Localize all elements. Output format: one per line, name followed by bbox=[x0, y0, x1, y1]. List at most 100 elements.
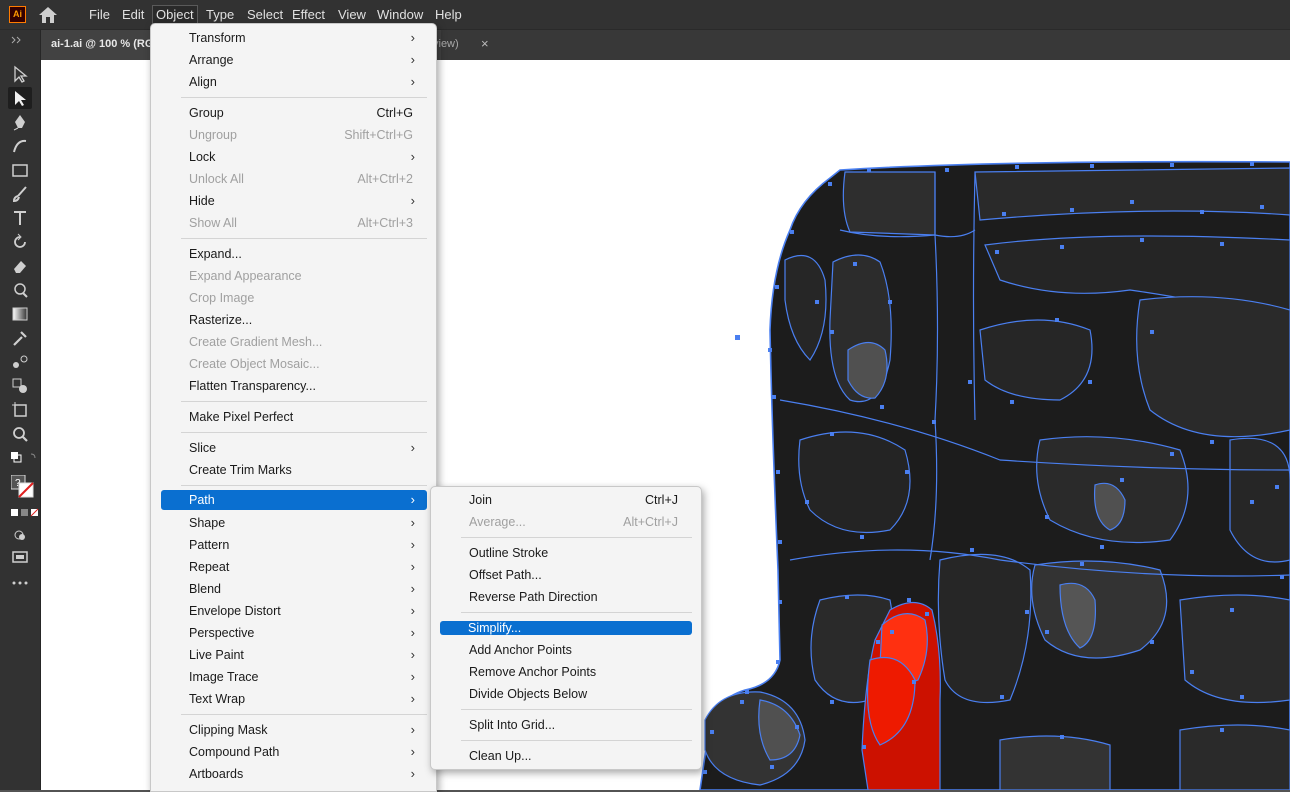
eraser-tool-icon[interactable] bbox=[8, 255, 32, 277]
menu-item-slice[interactable]: Slice › bbox=[161, 437, 427, 459]
menu-separator bbox=[461, 709, 692, 710]
blend-tool-icon[interactable] bbox=[8, 351, 32, 373]
menu-item-path[interactable]: Path › bbox=[161, 490, 427, 510]
home-icon[interactable] bbox=[38, 6, 58, 24]
panel-collapse-icon[interactable] bbox=[8, 34, 32, 44]
menu-separator bbox=[461, 740, 692, 741]
menu-item-envelope-distort[interactable]: Envelope Distort › bbox=[161, 600, 427, 622]
submenu-item-offset-path[interactable]: Offset Path... bbox=[441, 564, 692, 586]
menu-item-text-wrap[interactable]: Text Wrap › bbox=[161, 688, 427, 710]
paintbrush-tool-icon[interactable] bbox=[8, 183, 32, 205]
menu-item-create-trim-marks[interactable]: Create Trim Marks bbox=[161, 459, 427, 481]
chevron-right-icon: › bbox=[410, 766, 415, 781]
menu-item-make-pixel-perfect[interactable]: Make Pixel Perfect bbox=[161, 406, 427, 428]
artboard-tool-icon[interactable] bbox=[8, 399, 32, 421]
document-tab-title: ai-1.ai @ 100 % (RG bbox=[51, 38, 154, 50]
menu-item-perspective[interactable]: Perspective › bbox=[161, 622, 427, 644]
menu-separator bbox=[181, 401, 427, 402]
type-tool-icon[interactable] bbox=[8, 207, 32, 229]
menu-separator bbox=[461, 537, 692, 538]
shape-builder-tool-icon[interactable] bbox=[8, 375, 32, 397]
menu-item-flatten-transparency[interactable]: Flatten Transparency... bbox=[161, 375, 427, 397]
chevron-right-icon: › bbox=[410, 74, 415, 89]
menu-item-expand[interactable]: Expand... bbox=[161, 243, 427, 265]
chevron-right-icon: › bbox=[410, 625, 415, 640]
menu-item-pattern[interactable]: Pattern › bbox=[161, 534, 427, 556]
rotate-tool-icon[interactable] bbox=[8, 231, 32, 253]
menu-item-rasterize[interactable]: Rasterize... bbox=[161, 309, 427, 331]
menu-item-align[interactable]: Align › bbox=[161, 71, 427, 93]
chevron-right-icon: › bbox=[410, 537, 415, 552]
path-submenu: Join Ctrl+J Average... Alt+Ctrl+J Outline … bbox=[430, 486, 702, 770]
submenu-item-add-anchor-points[interactable]: Add Anchor Points bbox=[441, 639, 692, 661]
menu-item-group[interactable]: Group Ctrl+G bbox=[161, 102, 427, 124]
submenu-item-reverse-path-direction[interactable]: Reverse Path Direction bbox=[441, 586, 692, 608]
menu-select[interactable]: Select bbox=[244, 5, 286, 24]
tools-panel: ? bbox=[0, 30, 41, 790]
menu-item-expand-appearance: Expand Appearance bbox=[189, 269, 302, 283]
menu-item-hide[interactable]: Hide › bbox=[161, 190, 427, 212]
submenu-item-simplify[interactable]: Simplify... bbox=[440, 621, 692, 635]
menu-window[interactable]: Window bbox=[374, 5, 426, 24]
menu-item-lock[interactable]: Lock › bbox=[161, 146, 427, 168]
close-icon[interactable]: × bbox=[481, 36, 489, 51]
menu-item-transform[interactable]: Transform › bbox=[161, 27, 427, 49]
selection-tool-icon[interactable] bbox=[8, 63, 32, 85]
menu-separator bbox=[181, 97, 427, 98]
app-logo: Ai bbox=[9, 6, 26, 23]
menu-item-live-paint[interactable]: Live Paint › bbox=[161, 644, 427, 666]
screen-mode-icon[interactable] bbox=[8, 546, 32, 568]
menu-item-arrange[interactable]: Arrange › bbox=[161, 49, 427, 71]
curvature-tool-icon[interactable] bbox=[8, 135, 32, 157]
chevron-right-icon: › bbox=[410, 559, 415, 574]
eyedropper-tool-icon[interactable] bbox=[8, 327, 32, 349]
menu-item-crop-image: Crop Image bbox=[189, 291, 255, 305]
object-menu: Transform › Arrange › Align › Group Ctrl+G U… bbox=[150, 23, 437, 792]
color-mode-icons[interactable] bbox=[8, 506, 39, 518]
default-colors-icon[interactable] bbox=[8, 450, 36, 466]
menu-edit[interactable]: Edit bbox=[119, 5, 147, 24]
menu-item-repeat[interactable]: Repeat › bbox=[161, 556, 427, 578]
chevron-right-icon: › bbox=[410, 603, 415, 618]
chevron-right-icon: › bbox=[410, 193, 415, 208]
chevron-right-icon: › bbox=[410, 492, 415, 507]
chevron-right-icon: › bbox=[410, 722, 415, 737]
menu-item-compound-path[interactable]: Compound Path › bbox=[161, 741, 427, 763]
menu-view[interactable]: View bbox=[335, 5, 369, 24]
menu-effect[interactable]: Effect bbox=[289, 5, 328, 24]
submenu-item-split-into-grid[interactable]: Split Into Grid... bbox=[441, 714, 692, 736]
zoom-tool-icon[interactable] bbox=[8, 423, 32, 445]
menu-file[interactable]: File bbox=[86, 5, 113, 24]
menu-type[interactable]: Type bbox=[203, 5, 237, 24]
menu-item-blend[interactable]: Blend › bbox=[161, 578, 427, 600]
menu-item-create-gradient-mesh: Create Gradient Mesh... bbox=[189, 335, 323, 349]
chevron-right-icon: › bbox=[410, 581, 415, 596]
direct-selection-tool-icon[interactable] bbox=[8, 87, 32, 109]
chevron-right-icon: › bbox=[410, 30, 415, 45]
submenu-item-clean-up[interactable]: Clean Up... bbox=[441, 745, 692, 767]
menu-item-artboards[interactable]: Artboards › bbox=[161, 763, 427, 785]
fill-stroke-swatch[interactable]: ? bbox=[8, 473, 34, 501]
rectangle-tool-icon[interactable] bbox=[8, 159, 32, 181]
menu-item-image-trace[interactable]: Image Trace › bbox=[161, 666, 427, 688]
menu-separator bbox=[181, 485, 427, 486]
menu-separator bbox=[181, 714, 427, 715]
more-tools-icon[interactable] bbox=[8, 576, 32, 598]
menu-help[interactable]: Help bbox=[432, 5, 465, 24]
menu-item-ungroup: Ungroup Shift+Ctrl+G bbox=[189, 128, 413, 142]
puppet-warp-tool-icon[interactable] bbox=[8, 279, 32, 301]
chevron-right-icon: › bbox=[410, 744, 415, 759]
menu-item-clipping-mask[interactable]: Clipping Mask › bbox=[161, 719, 427, 741]
submenu-item-outline-stroke[interactable]: Outline Stroke bbox=[441, 542, 692, 564]
submenu-item-join[interactable]: Join Ctrl+J bbox=[441, 489, 692, 511]
chevron-right-icon: › bbox=[410, 440, 415, 455]
drawing-mode-icon[interactable] bbox=[8, 524, 32, 546]
chevron-right-icon: › bbox=[410, 515, 415, 530]
gradient-tool-icon[interactable] bbox=[8, 303, 32, 325]
pen-tool-icon[interactable] bbox=[8, 111, 32, 133]
menu-separator bbox=[181, 432, 427, 433]
submenu-item-divide-objects-below[interactable]: Divide Objects Below bbox=[441, 683, 692, 705]
submenu-item-remove-anchor-points[interactable]: Remove Anchor Points bbox=[441, 661, 692, 683]
chevron-right-icon: › bbox=[410, 149, 415, 164]
menu-item-shape[interactable]: Shape › bbox=[161, 512, 427, 534]
